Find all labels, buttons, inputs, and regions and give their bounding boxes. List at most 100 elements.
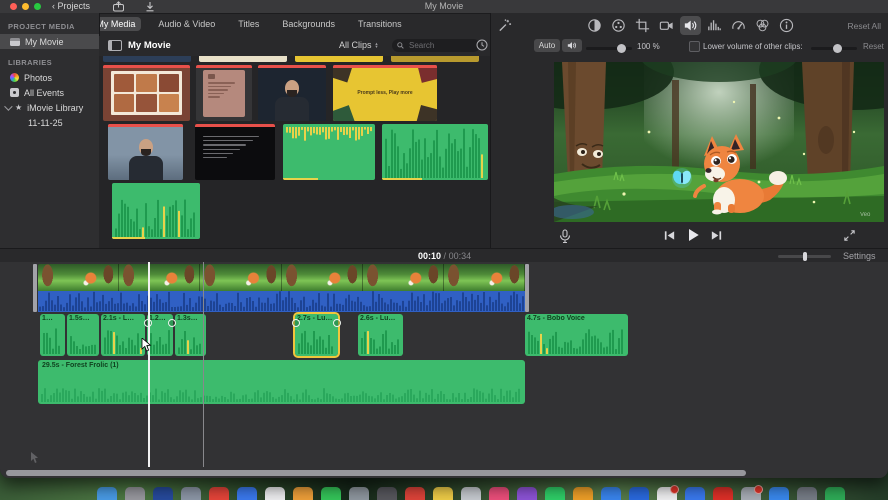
audio-clip[interactable]: 1.3s… [175, 314, 206, 356]
dock-app-2-icon[interactable] [125, 487, 145, 500]
crop-icon[interactable] [632, 16, 653, 35]
audio-clip[interactable]: 2.1s - L… [101, 314, 145, 356]
back-to-projects-button[interactable]: ‹ Projects [52, 1, 90, 11]
play-icon[interactable] [685, 227, 701, 243]
sidebar-item-all-events[interactable]: All Events [0, 85, 99, 100]
tab-transitions[interactable]: Transitions [352, 17, 408, 31]
close-window-button[interactable] [10, 3, 17, 10]
audio-clip[interactable]: 4.7s - Bobo Voice [525, 314, 628, 356]
dock-app-24-icon[interactable] [741, 485, 763, 500]
dock-app-21-icon[interactable] [657, 485, 679, 500]
timeline-scrollbar[interactable] [6, 470, 746, 476]
duration-filter-icon[interactable] [476, 39, 488, 51]
info-icon[interactable] [776, 16, 797, 35]
dock-app-8-icon[interactable] [293, 487, 313, 500]
dock-app-5-icon[interactable] [209, 487, 229, 500]
fade-handle-left[interactable] [292, 319, 300, 327]
dock-app-23-icon[interactable] [713, 487, 733, 500]
noise-reduction-icon[interactable] [704, 16, 725, 35]
volume-slider[interactable] [586, 44, 632, 53]
dock-app-12-icon[interactable] [405, 487, 425, 500]
sidebar-item-photos[interactable]: Photos [0, 70, 99, 85]
tab-titles[interactable]: Titles [232, 17, 265, 31]
dock-app-16-icon[interactable] [517, 487, 537, 500]
mute-button[interactable] [562, 39, 582, 52]
dock-app-7-icon[interactable] [265, 487, 285, 500]
video-audio-waveform[interactable] [38, 291, 525, 312]
dock-app-4-icon[interactable] [181, 487, 201, 500]
trim-handle-left[interactable] [33, 264, 37, 312]
speed-icon[interactable] [728, 16, 749, 35]
dock-app-25-icon[interactable] [769, 487, 789, 500]
media-thumbnail-webcam-dark[interactable] [258, 65, 326, 121]
media-thumbnail-audio-top[interactable] [283, 124, 375, 180]
share-icon[interactable] [112, 1, 125, 12]
sidebar-item-imovie-library[interactable]: ★ iMovie Library [0, 100, 99, 115]
reset-button[interactable]: Reset [863, 42, 884, 51]
dock-app-1-icon[interactable] [97, 487, 117, 500]
settings-button[interactable]: Settings [843, 251, 876, 261]
dock-app-3-icon[interactable] [153, 487, 173, 500]
media-thumbnail-terminal[interactable] [195, 124, 275, 180]
dock-app-17-icon[interactable] [545, 487, 565, 500]
music-clip[interactable]: 29.5s - Forest Frolic (1) [38, 360, 525, 404]
record-voiceover-mic-icon[interactable] [559, 229, 571, 244]
audio-clip-selected[interactable]: 2.7s - Lu… [292, 312, 341, 358]
partial-thumbnail[interactable] [199, 56, 287, 62]
fullscreen-icon[interactable] [843, 229, 856, 242]
timeline-zoom-knob[interactable] [803, 252, 807, 261]
media-thumbnail-photo-grid[interactable] [103, 65, 190, 121]
skip-back-icon[interactable] [663, 229, 676, 242]
media-thumbnail-webcam-light[interactable] [108, 124, 183, 180]
clip-filter-dropdown[interactable]: All Clips ▲ ▼ [339, 40, 378, 50]
timeline-zoom-slider[interactable] [778, 252, 831, 261]
fade-handle-right[interactable] [168, 319, 176, 327]
color-balance-icon[interactable] [584, 16, 605, 35]
dock-app-27-icon[interactable] [825, 487, 845, 500]
reset-all-button[interactable]: Reset All [847, 21, 881, 31]
dock-app-14-icon[interactable] [461, 487, 481, 500]
video-clip-filmstrip[interactable] [38, 264, 525, 291]
media-thumbnail-note[interactable] [196, 65, 252, 121]
audio-clip[interactable]: 1.5s… [67, 314, 99, 356]
dock-app-13-icon[interactable] [433, 487, 453, 500]
partial-thumbnail[interactable] [391, 56, 479, 62]
minimize-window-button[interactable] [22, 3, 29, 10]
trim-handle-right[interactable] [525, 264, 529, 312]
dock-app-10-icon[interactable] [349, 487, 369, 500]
clip-filter-icon[interactable] [752, 16, 773, 35]
zoom-window-button[interactable] [34, 3, 41, 10]
search-input[interactable] [407, 40, 475, 51]
sidebar-item-my-movie[interactable]: My Movie [0, 34, 99, 49]
lower-volume-slider[interactable] [811, 44, 857, 53]
dock-app-15-icon[interactable] [489, 487, 509, 500]
download-icon[interactable] [144, 1, 156, 12]
auto-volume-button[interactable]: Auto [534, 39, 560, 52]
media-thumbnail-audio-wave[interactable] [112, 183, 200, 239]
sidebar-item-11-11-25[interactable]: 11-11-25 [0, 115, 99, 130]
fade-handle-right[interactable] [333, 319, 341, 327]
chevron-down-icon[interactable] [4, 101, 13, 111]
partial-thumbnail[interactable] [295, 56, 383, 62]
audio-clip[interactable]: 1… [40, 314, 65, 356]
dock-app-22-icon[interactable] [685, 487, 705, 500]
lower-volume-slider-knob[interactable] [833, 44, 843, 53]
color-correction-icon[interactable] [608, 16, 629, 35]
auto-enhance-icon[interactable] [497, 18, 512, 33]
dock-app-11-icon[interactable] [377, 487, 397, 500]
dock-app-26-icon[interactable] [797, 487, 817, 500]
dock-app-6-icon[interactable] [237, 487, 257, 500]
sidebar-toggle-icon[interactable] [108, 40, 122, 51]
volume-slider-knob[interactable] [617, 44, 627, 53]
stabilization-icon[interactable] [656, 16, 677, 35]
audio-clip[interactable]: 2.6s - Lu… [358, 314, 403, 356]
playhead[interactable] [148, 262, 150, 467]
dock-app-20-icon[interactable] [629, 487, 649, 500]
dock-app-19-icon[interactable] [601, 487, 621, 500]
lower-volume-checkbox[interactable] [689, 41, 700, 52]
skip-forward-icon[interactable] [710, 229, 723, 242]
tab-audio-video[interactable]: Audio & Video [152, 17, 221, 31]
media-thumbnail-promo[interactable]: Prompt less, Play more [333, 65, 437, 121]
partial-thumbnail[interactable] [103, 56, 191, 62]
tab-backgrounds[interactable]: Backgrounds [276, 17, 341, 31]
